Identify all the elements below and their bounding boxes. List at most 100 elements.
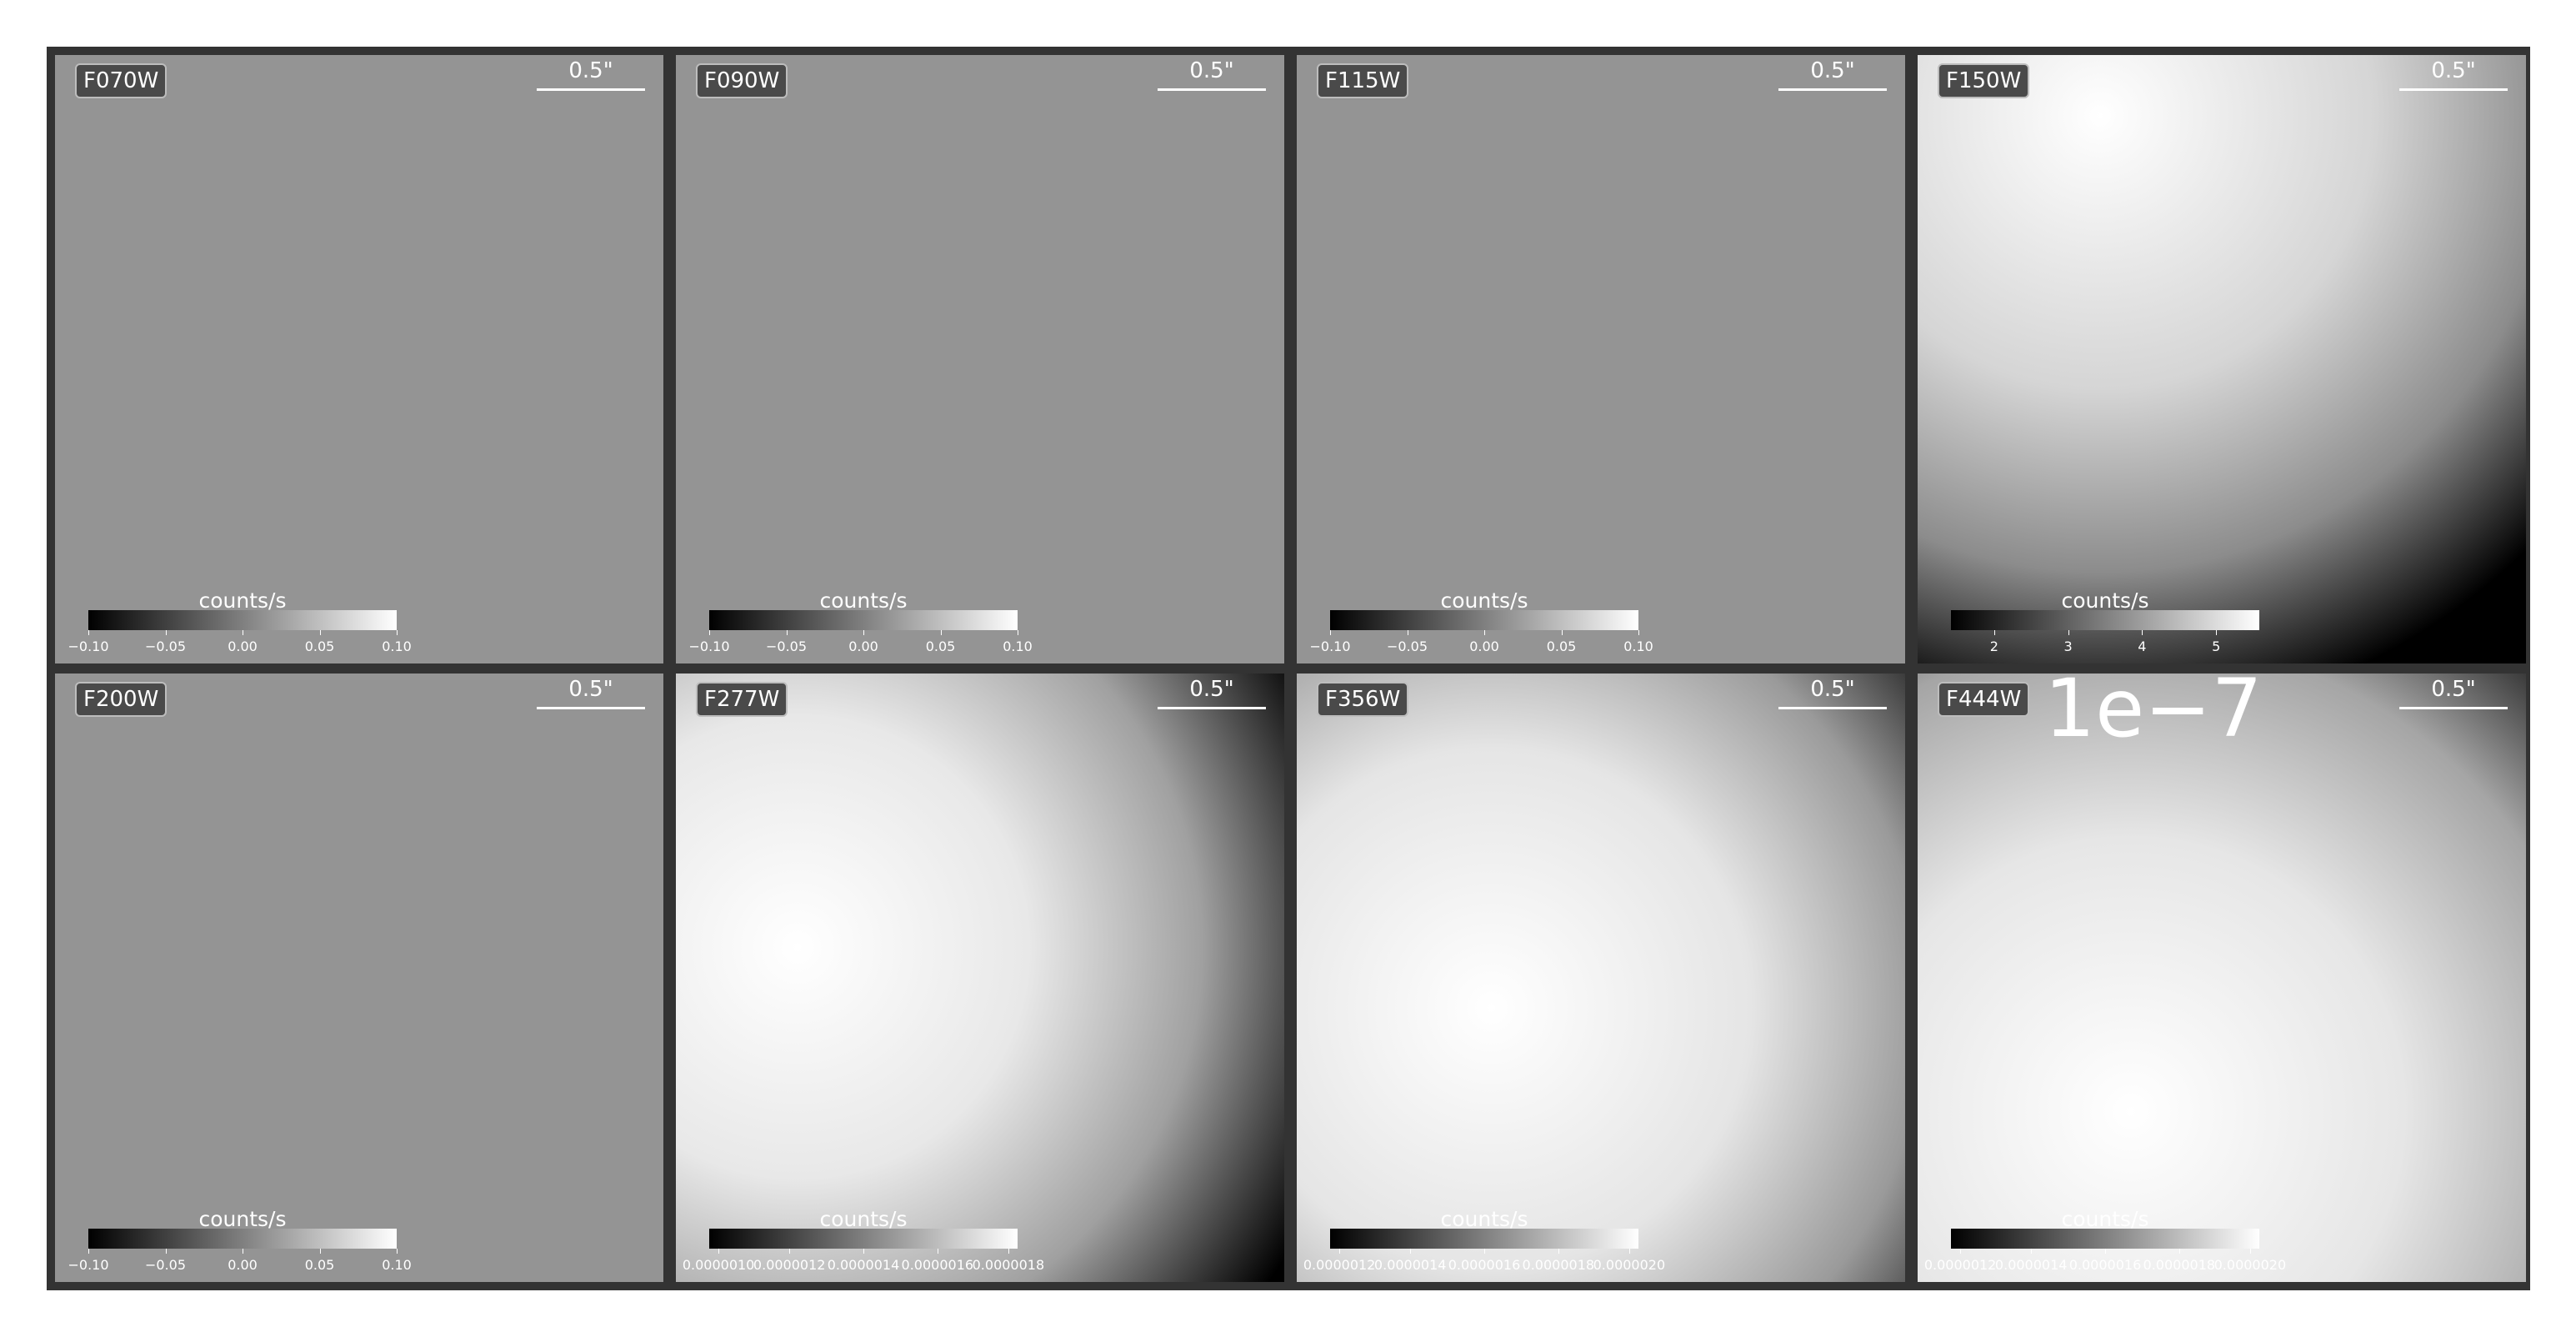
colorbar (709, 610, 1018, 630)
cutout-image (1297, 674, 1905, 1282)
colorbar-tick (2031, 1249, 2033, 1254)
cutout-image (1918, 55, 2526, 663)
cutout-image (1918, 674, 2526, 1282)
filter-label: F444W (1938, 682, 2030, 717)
scale-bar (2399, 88, 2508, 91)
colorbar-label: counts/s (1440, 588, 1528, 613)
panel-f070w: F070W 0.5" counts/s −0.10 −0.05 0.00 0.05 0.10 (55, 55, 663, 663)
colorbar-tick (2068, 630, 2069, 635)
cutout-image (676, 674, 1284, 1282)
scale-bar (537, 707, 645, 709)
panel-f090w: F090W 0.5" counts/s −0.10 −0.05 0.00 0.05 0.10 (676, 55, 1284, 663)
colorbar-tick (2216, 630, 2218, 635)
colorbar-tick (2178, 1249, 2180, 1254)
colorbar-tick (88, 1249, 89, 1254)
filter-label: F277W (696, 682, 788, 717)
colorbar (1330, 610, 1638, 630)
scale-bar (2399, 707, 2508, 709)
scale-bar-label: 0.5" (1810, 677, 1855, 702)
colorbar (1951, 1229, 2259, 1249)
colorbar-tick (1638, 630, 1639, 635)
colorbar-tick (789, 1249, 791, 1254)
scale-bar (1778, 88, 1887, 91)
scale-bar-label: 0.5" (1810, 58, 1855, 83)
panel-f200w: F200W 0.5" counts/s −0.10 −0.05 0.00 0.05 0.10 (55, 674, 663, 1282)
colorbar (709, 1229, 1018, 1249)
colorbar-tick (718, 1249, 720, 1254)
colorbar-tick (1561, 630, 1563, 635)
colorbar-tick-label: 5 (2212, 638, 2221, 654)
filter-label: F115W (1317, 63, 1409, 98)
colorbar-tick (1993, 630, 1995, 635)
colorbar-label: counts/s (819, 588, 908, 613)
colorbar-tick (165, 1249, 167, 1254)
colorbar-tick (2249, 1249, 2251, 1254)
colorbar-tick (397, 630, 398, 635)
scale-bar (1158, 707, 1266, 709)
colorbar-tick-label: 0.10 (382, 638, 412, 654)
colorbar-label: counts/s (2061, 588, 2149, 613)
colorbar-tick (319, 1249, 321, 1254)
colorbar-label: counts/s (2061, 1207, 2149, 1231)
cutout-image (55, 55, 663, 663)
colorbar-tick (2105, 1249, 2106, 1254)
colorbar (1951, 610, 2259, 630)
cutout-image (676, 55, 1284, 663)
scale-bar-label: 0.5" (568, 677, 613, 702)
colorbar-tick (1339, 1249, 1341, 1254)
colorbar-tick (88, 630, 89, 635)
cutout-image (1297, 55, 1905, 663)
colorbar-tick (1484, 630, 1485, 635)
colorbar-tick (1330, 630, 1331, 635)
colorbar-label: counts/s (198, 1207, 287, 1231)
scale-bar-label: 0.5" (1189, 677, 1234, 702)
colorbar-tick (1960, 1249, 1962, 1254)
colorbar-tick (1008, 1249, 1009, 1254)
colorbar-label: counts/s (198, 588, 287, 613)
colorbar-tick (1484, 1249, 1485, 1254)
colorbar-tick (786, 630, 788, 635)
panel-f356w: F356W 0.5" counts/s 0.0000012 0.0000014 0.000… (1297, 674, 1905, 1282)
scale-bar-label: 0.5" (2431, 58, 2476, 83)
filter-label: F200W (75, 682, 168, 717)
colorbar-tick (709, 630, 710, 635)
colorbar-label: counts/s (1440, 1207, 1528, 1231)
colorbar-tick (940, 630, 942, 635)
filter-label: F070W (75, 63, 168, 98)
colorbar-tick (863, 1249, 864, 1254)
colorbar (88, 1229, 397, 1249)
colorbar-offset-text: 1e−7 (2044, 674, 2263, 755)
scale-bar-label: 0.5" (1189, 58, 1234, 83)
image-grid: F070W 0.5" counts/s −0.10 −0.05 0.00 0.05 0.10 … (47, 47, 2530, 1290)
panel-f150w: F150W 0.5" counts/s 2 3 4 5 (1918, 55, 2526, 663)
scale-bar (1158, 88, 1266, 91)
scale-bar-label: 0.5" (568, 58, 613, 83)
colorbar-tick (2142, 630, 2143, 635)
scale-bar (1778, 707, 1887, 709)
colorbar-label: counts/s (819, 1207, 908, 1231)
colorbar (1330, 1229, 1638, 1249)
scale-bar (537, 88, 645, 91)
colorbar-tick-label: 0.0000020 (2213, 1257, 2287, 1273)
colorbar-tick (863, 630, 864, 635)
filter-label: F150W (1938, 63, 2030, 98)
colorbar-tick (319, 630, 321, 635)
colorbar (88, 610, 397, 630)
panel-f115w: F115W 0.5" counts/s −0.10 −0.05 0.00 0.05 0.10 (1297, 55, 1905, 663)
panel-f277w: F277W 0.5" counts/s 0.0000010 0.0000012 0.000… (676, 674, 1284, 1282)
colorbar-tick-label: 0.10 (382, 1257, 412, 1273)
colorbar-tick-label: 0.0000020 (1593, 1257, 1666, 1273)
filter-label: F090W (696, 63, 788, 98)
colorbar-tick (397, 1249, 398, 1254)
filter-label: F356W (1317, 682, 1409, 717)
colorbar-tick (1410, 1249, 1412, 1254)
colorbar-tick-label: 0.10 (1623, 638, 1653, 654)
colorbar-tick (165, 630, 167, 635)
colorbar-tick-label: 0.10 (1003, 638, 1033, 654)
colorbar-tick (1558, 1249, 1559, 1254)
scale-bar-label: 0.5" (2431, 677, 2476, 702)
panel-f444w: F444W 0.5" counts/s 0.0000012 0.0000014 0.000… (1918, 674, 2526, 1282)
colorbar-tick-label: 0.0000018 (972, 1257, 1045, 1273)
colorbar-tick (1628, 1249, 1630, 1254)
cutout-image (55, 674, 663, 1282)
